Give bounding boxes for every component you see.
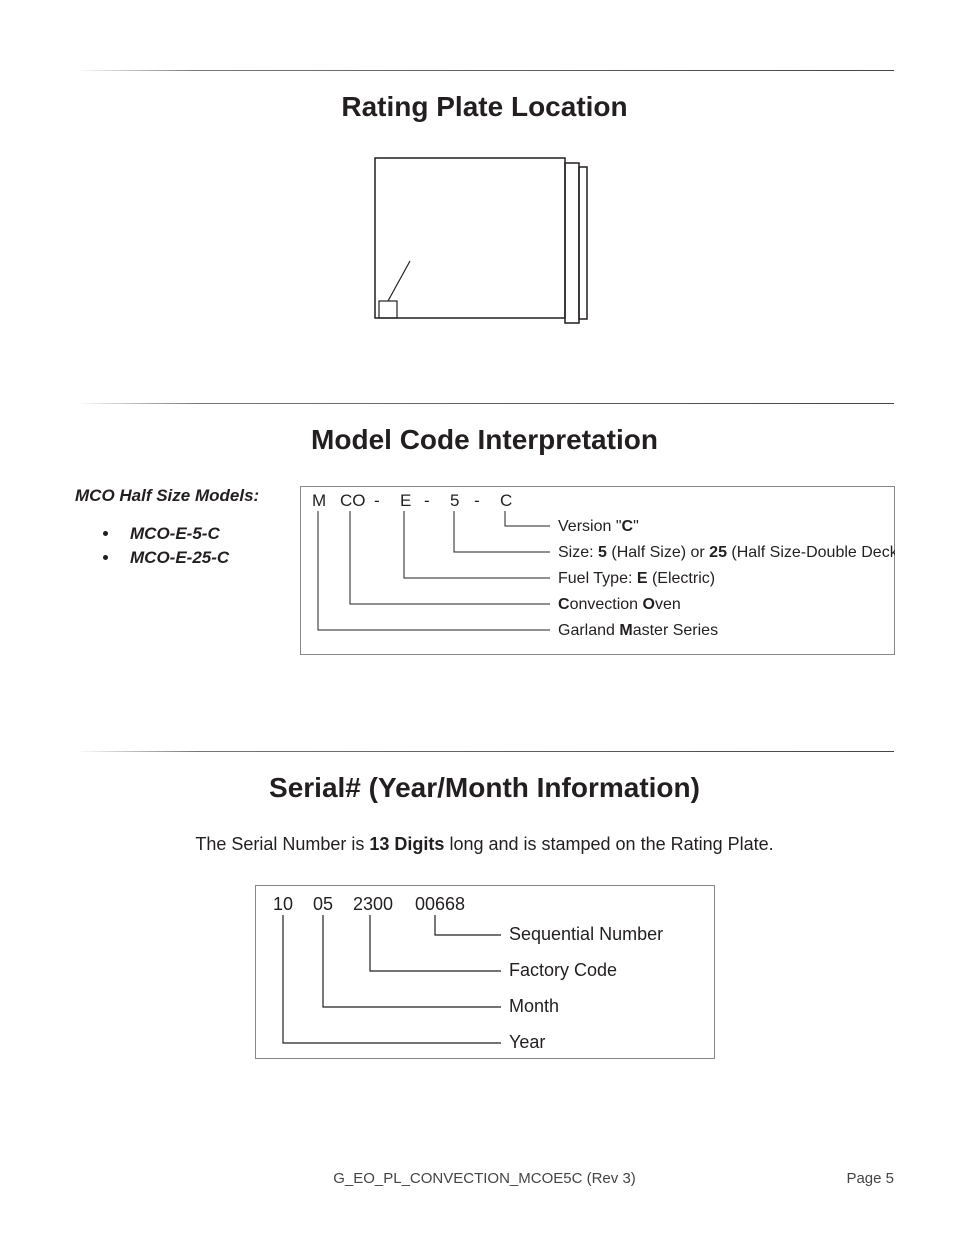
oven-diagram <box>365 153 605 333</box>
model-code-diagram: M CO - E - 5 - C <box>300 486 895 661</box>
svg-text:Version "C": Version "C" <box>558 518 639 535</box>
section-rule <box>75 70 894 71</box>
svg-text:C: C <box>500 491 512 510</box>
model-list: MCO-E-5-C MCO-E-25-C <box>75 524 300 568</box>
svg-text:M: M <box>312 491 326 510</box>
svg-text:05: 05 <box>313 894 333 914</box>
svg-text:CO: CO <box>340 491 366 510</box>
svg-text:Year: Year <box>509 1032 545 1052</box>
svg-text:Sequential Number: Sequential Number <box>509 924 663 944</box>
section-rule <box>75 751 894 752</box>
svg-text:Convection Oven: Convection Oven <box>558 596 681 613</box>
svg-text:E: E <box>400 491 411 510</box>
svg-text:00668: 00668 <box>415 894 465 914</box>
svg-text:Garland Master Series: Garland Master Series <box>558 622 718 639</box>
svg-text:-: - <box>374 491 380 510</box>
section-model-code: Model Code Interpretation MCO Half Size … <box>75 403 894 661</box>
svg-text:-: - <box>424 491 430 510</box>
heading-model: Model Code Interpretation <box>75 424 894 456</box>
section-rule <box>75 403 894 404</box>
svg-text:2300: 2300 <box>353 894 393 914</box>
list-item: MCO-E-25-C <box>120 548 300 568</box>
svg-text:Size: 5 (Half Size) or 25 (Hal: Size: 5 (Half Size) or 25 (Half Size-Dou… <box>558 544 895 561</box>
section-serial: Serial# (Year/Month Information) The Ser… <box>75 751 894 1060</box>
serial-intro: The Serial Number is 13 Digits long and … <box>75 834 894 855</box>
svg-text:5: 5 <box>450 491 459 510</box>
svg-text:10: 10 <box>273 894 293 914</box>
page-footer: G_EO_PL_CONVECTION_MCOE5C (Rev 3) Page 5 <box>75 1170 894 1187</box>
svg-text:Month: Month <box>509 996 559 1016</box>
models-subhead: MCO Half Size Models: <box>75 486 300 506</box>
list-item: MCO-E-5-C <box>120 524 300 544</box>
svg-text:Fuel Type: E (Electric): Fuel Type: E (Electric) <box>558 570 715 587</box>
section-rating-plate: Rating Plate Location <box>75 70 894 333</box>
serial-diagram: 10 05 2300 00668 Sequential Number Facto… <box>255 885 715 1060</box>
heading-rating: Rating Plate Location <box>75 91 894 123</box>
heading-serial: Serial# (Year/Month Information) <box>75 772 894 804</box>
footer-center: G_EO_PL_CONVECTION_MCOE5C (Rev 3) <box>75 1170 894 1187</box>
svg-text:Factory Code: Factory Code <box>509 960 617 980</box>
svg-text:-: - <box>474 491 480 510</box>
footer-page: Page 5 <box>846 1170 894 1187</box>
